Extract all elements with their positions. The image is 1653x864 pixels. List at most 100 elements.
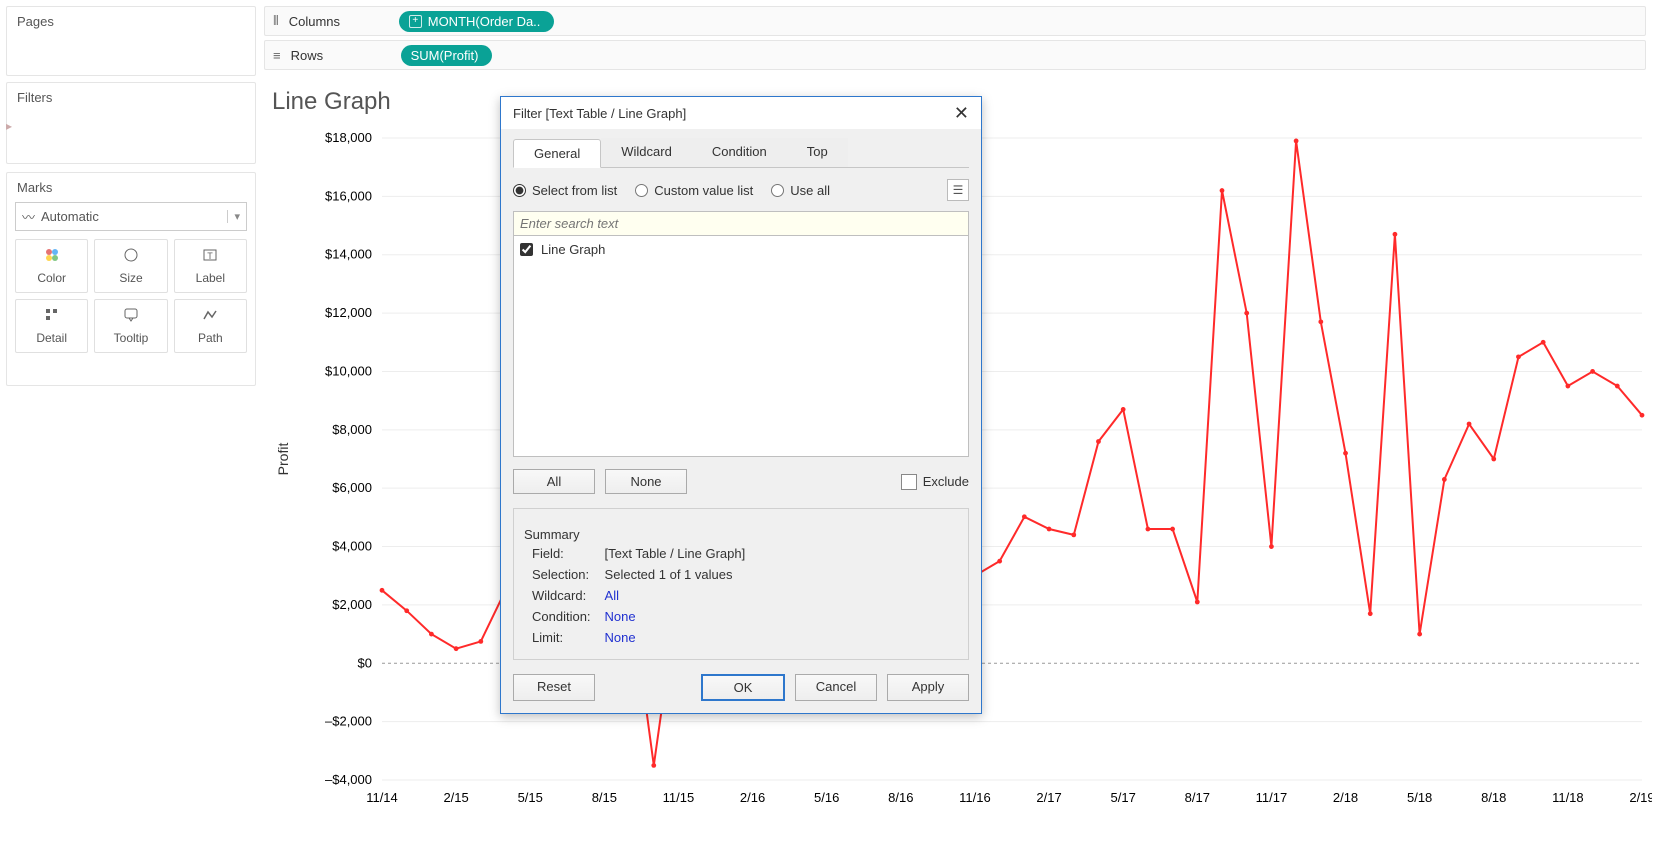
marks-path[interactable]: Path: [174, 299, 247, 353]
svg-text:11/17: 11/17: [1256, 790, 1288, 805]
summary-selection-label: Selection:: [526, 565, 597, 584]
filters-label: Filters: [7, 83, 255, 112]
marks-color[interactable]: Color: [15, 239, 88, 293]
exclude-checkbox[interactable]: Exclude: [901, 474, 969, 490]
svg-text:2/18: 2/18: [1333, 790, 1358, 805]
svg-text:11/18: 11/18: [1552, 790, 1584, 805]
mark-type-value: Automatic: [41, 209, 99, 224]
rows-label: Rows: [291, 48, 401, 63]
svg-text:$16,000: $16,000: [325, 188, 372, 203]
marks-cell-label: Path: [198, 331, 223, 345]
svg-text:2/19: 2/19: [1629, 790, 1652, 805]
marks-cell-label: Detail: [36, 331, 67, 345]
marks-grid: Color Size T Label Detail Tooltip Path: [7, 239, 255, 361]
cancel-button[interactable]: Cancel: [795, 674, 877, 701]
marks-label[interactable]: T Label: [174, 239, 247, 293]
color-icon: [44, 247, 60, 267]
pages-panel: Pages: [6, 6, 256, 76]
radio-custom-label: Custom value list: [654, 183, 753, 198]
search-input[interactable]: [513, 211, 969, 236]
columns-shelf[interactable]: ⦀ Columns + MONTH(Order Da..: [264, 6, 1646, 36]
rows-icon: ≡: [273, 48, 281, 63]
marks-size[interactable]: Size: [94, 239, 167, 293]
svg-text:T: T: [208, 251, 214, 261]
summary-condition-label: Condition:: [526, 607, 597, 626]
line-icon: 〰: [22, 207, 35, 226]
svg-text:$0: $0: [358, 655, 372, 670]
svg-text:5/17: 5/17: [1111, 790, 1136, 805]
columns-icon: ⦀: [273, 13, 279, 29]
summary-limit-label: Limit:: [526, 628, 597, 647]
radio-custom-value[interactable]: Custom value list: [635, 183, 753, 198]
svg-text:5/18: 5/18: [1407, 790, 1432, 805]
svg-text:$12,000: $12,000: [325, 305, 372, 320]
summary-box: Summary Field:[Text Table / Line Graph] …: [513, 508, 969, 660]
rows-pill-label: SUM(Profit): [411, 48, 479, 63]
chevron-right-icon[interactable]: ▸: [6, 119, 12, 133]
mark-type-select[interactable]: 〰 Automatic ▾: [15, 202, 247, 231]
ok-button[interactable]: OK: [701, 674, 785, 701]
tabs: General Wildcard Condition Top: [513, 138, 969, 168]
svg-text:Profit: Profit: [275, 443, 291, 476]
svg-text:8/17: 8/17: [1185, 790, 1210, 805]
columns-pill[interactable]: + MONTH(Order Da..: [399, 11, 555, 32]
svg-text:11/14: 11/14: [366, 790, 398, 805]
marks-cell-label: Label: [196, 271, 225, 285]
apply-button[interactable]: Apply: [887, 674, 969, 701]
chevron-down-icon: ▾: [227, 210, 240, 223]
all-button[interactable]: All: [513, 469, 595, 494]
size-icon: [123, 247, 139, 267]
summary-field-value: [Text Table / Line Graph]: [599, 544, 752, 563]
close-icon[interactable]: ✕: [954, 104, 969, 122]
tab-general[interactable]: General: [513, 139, 601, 168]
svg-text:5/15: 5/15: [518, 790, 543, 805]
list-mode-icon[interactable]: ☰: [947, 179, 969, 201]
pages-label: Pages: [7, 7, 255, 36]
chart-title: Line Graph: [272, 88, 391, 116]
filter-listbox[interactable]: Line Graph: [513, 236, 969, 457]
detail-icon: [44, 307, 60, 327]
svg-text:2/16: 2/16: [740, 790, 765, 805]
svg-text:11/15: 11/15: [663, 790, 695, 805]
radio-useall-label: Use all: [790, 183, 830, 198]
checkbox-icon: [901, 474, 917, 490]
rows-pill[interactable]: SUM(Profit): [401, 45, 493, 66]
filter-dialog: Filter [Text Table / Line Graph] ✕ Gener…: [500, 96, 982, 714]
svg-text:$18,000: $18,000: [325, 130, 372, 145]
summary-title: Summary: [524, 527, 580, 542]
marks-cell-label: Color: [37, 271, 66, 285]
svg-text:2/17: 2/17: [1036, 790, 1061, 805]
radio-use-all[interactable]: Use all: [771, 183, 830, 198]
summary-wildcard-value: All: [599, 586, 752, 605]
marks-cell-label: Tooltip: [114, 331, 149, 345]
summary-wildcard-label: Wildcard:: [526, 586, 597, 605]
svg-text:$6,000: $6,000: [332, 480, 372, 495]
tab-condition[interactable]: Condition: [692, 138, 787, 167]
summary-selection-value: Selected 1 of 1 values: [599, 565, 752, 584]
svg-text:$2,000: $2,000: [332, 597, 372, 612]
radio-select-from-list[interactable]: Select from list: [513, 183, 617, 198]
svg-text:8/18: 8/18: [1481, 790, 1506, 805]
svg-text:11/16: 11/16: [959, 790, 991, 805]
none-button[interactable]: None: [605, 469, 687, 494]
dialog-title: Filter [Text Table / Line Graph]: [513, 106, 686, 121]
columns-pill-label: MONTH(Order Da..: [428, 14, 541, 29]
exclude-label: Exclude: [923, 474, 969, 489]
reset-button[interactable]: Reset: [513, 674, 595, 701]
svg-text:$4,000: $4,000: [332, 539, 372, 554]
marks-tooltip[interactable]: Tooltip: [94, 299, 167, 353]
svg-text:8/16: 8/16: [888, 790, 913, 805]
marks-label: Marks: [7, 173, 255, 202]
tab-top[interactable]: Top: [787, 138, 848, 167]
plus-icon: +: [409, 15, 422, 28]
svg-text:$10,000: $10,000: [325, 363, 372, 378]
rows-shelf[interactable]: ≡ Rows SUM(Profit): [264, 40, 1646, 70]
tab-wildcard[interactable]: Wildcard: [601, 138, 692, 167]
summary-limit-value: None: [599, 628, 752, 647]
filters-panel: Filters ▸: [6, 82, 256, 164]
marks-cell-label: Size: [119, 271, 142, 285]
list-row-line-graph[interactable]: Line Graph: [520, 242, 962, 257]
marks-detail[interactable]: Detail: [15, 299, 88, 353]
svg-text:–$4,000: –$4,000: [325, 772, 372, 787]
marks-panel: Marks 〰 Automatic ▾ Color Size T Label Detai…: [6, 172, 256, 386]
